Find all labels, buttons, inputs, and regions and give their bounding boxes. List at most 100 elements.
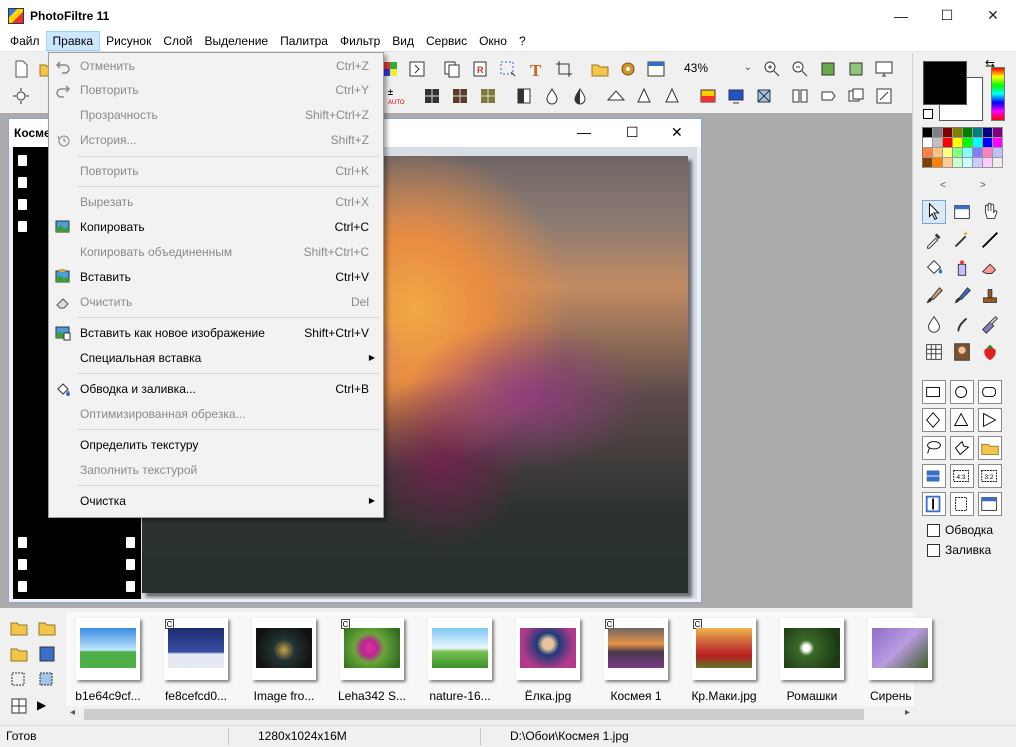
auto-levels-icon[interactable]: ± AUTO: [387, 86, 407, 106]
color-swatch[interactable]: [973, 128, 983, 138]
color-swatch-grid[interactable]: [922, 127, 1003, 168]
explorer-next-icon[interactable]: ▶: [37, 698, 57, 718]
color-swatch[interactable]: [943, 128, 953, 138]
deformation-icon[interactable]: [978, 312, 1002, 336]
color-swatch[interactable]: [923, 158, 933, 168]
scroll-left-icon[interactable]: ◂: [70, 707, 75, 718]
stamp-icon[interactable]: [978, 284, 1002, 308]
zoom-out-icon[interactable]: [790, 59, 810, 79]
color-swatch[interactable]: [993, 128, 1003, 138]
color-swatch[interactable]: [953, 148, 963, 158]
blur-icon[interactable]: [606, 86, 626, 106]
magic-wand-icon[interactable]: [950, 228, 974, 252]
diamond-shape-icon[interactable]: [922, 408, 946, 432]
thumbnail-card[interactable]: [428, 618, 492, 680]
menu-item-purge[interactable]: Очистка ▶: [51, 490, 381, 512]
gradient-icon[interactable]: [698, 86, 718, 106]
triangle-icon[interactable]: [662, 86, 682, 106]
ratio-43-icon[interactable]: 4:3: [950, 464, 974, 488]
color-swatch[interactable]: [963, 148, 973, 158]
menu-item-clear[interactable]: Очистить Del: [51, 291, 381, 313]
fill-bucket-icon[interactable]: [922, 256, 946, 280]
thumbnail-card[interactable]: C: [164, 618, 228, 680]
color-swatch[interactable]: [923, 128, 933, 138]
advanced-brush-icon[interactable]: [950, 284, 974, 308]
crop-frame-icon[interactable]: [950, 492, 974, 516]
color-swatch[interactable]: [993, 158, 1003, 168]
transform-icon[interactable]: [754, 86, 774, 106]
color-swatch[interactable]: [933, 138, 943, 148]
thumbnail-card[interactable]: [252, 618, 316, 680]
explorer-folder-icon[interactable]: [9, 618, 29, 638]
grid-brown-icon[interactable]: [450, 86, 470, 106]
explorer-select-icon[interactable]: [9, 670, 29, 690]
color-swatch[interactable]: [933, 128, 943, 138]
explorer-refresh-icon[interactable]: [9, 644, 29, 664]
selection-tool-icon[interactable]: [950, 200, 974, 224]
explorer-select-all-icon[interactable]: [37, 670, 57, 690]
outline-checkbox[interactable]: [927, 524, 940, 537]
doc-close-button[interactable]: ✕: [671, 124, 683, 141]
thumbnail-card[interactable]: C: [340, 618, 404, 680]
text-tool-icon[interactable]: T: [526, 59, 546, 80]
thumbnail-card[interactable]: [868, 618, 932, 680]
thumbnail-card[interactable]: [516, 618, 580, 680]
color-swatch[interactable]: [983, 158, 993, 168]
menu-item-paste-special[interactable]: Специальная вставка ▶: [51, 347, 381, 369]
frame-window-icon[interactable]: [978, 492, 1002, 516]
actual-size-icon[interactable]: [846, 59, 866, 79]
automation-icon[interactable]: [407, 59, 427, 79]
eraser-icon[interactable]: [978, 256, 1002, 280]
drop-half-icon[interactable]: [570, 86, 590, 106]
maximize-button[interactable]: ☐: [924, 0, 970, 31]
menu-item-fill-texture[interactable]: Заполнить текстурой: [51, 459, 381, 481]
explorer-folder-up-icon[interactable]: [37, 618, 57, 638]
color-swatch[interactable]: [983, 148, 993, 158]
explorer-grid-icon[interactable]: [9, 696, 29, 716]
text-frame-icon[interactable]: [922, 492, 946, 516]
color-swatch[interactable]: [953, 138, 963, 148]
color-spectrum[interactable]: [991, 67, 1005, 121]
color-swatch[interactable]: [933, 158, 943, 168]
ellipse-shape-icon[interactable]: [950, 380, 974, 404]
lasso-icon[interactable]: [922, 436, 946, 460]
color-swatch[interactable]: [993, 148, 1003, 158]
thumbnail-card[interactable]: [76, 618, 140, 680]
fullscreen-icon[interactable]: [874, 59, 894, 79]
color-swatch[interactable]: [943, 158, 953, 168]
color-swatch[interactable]: [943, 148, 953, 158]
color-swatch[interactable]: [933, 148, 943, 158]
rectangle-shape-icon[interactable]: [922, 380, 946, 404]
menu-edit[interactable]: Правка: [45, 31, 101, 51]
scrollbar-thumb[interactable]: [84, 709, 864, 720]
menu-item-transparency[interactable]: Прозрачность Shift+Ctrl+Z: [51, 104, 381, 126]
load-shape-icon[interactable]: [978, 436, 1002, 460]
plugins-icon[interactable]: [618, 59, 638, 79]
scroll-right-icon[interactable]: ▸: [905, 707, 910, 718]
menu-item-copy-merged[interactable]: Копировать объединенным Shift+Ctrl+C: [51, 241, 381, 263]
menu-palette[interactable]: Палитра: [274, 31, 334, 51]
auto-adjust-icon[interactable]: [11, 86, 31, 106]
rounded-rect-shape-icon[interactable]: [978, 380, 1002, 404]
rotate-icon[interactable]: [846, 86, 866, 106]
menu-image[interactable]: Рисунок: [100, 31, 157, 51]
polygon-lasso-icon[interactable]: [950, 436, 974, 460]
color-swatch[interactable]: [953, 128, 963, 138]
hand-tool-icon[interactable]: [978, 200, 1002, 224]
doc-maximize-button[interactable]: ☐: [626, 124, 639, 141]
selection-rect-icon[interactable]: [498, 59, 518, 79]
close-button[interactable]: ✕: [970, 0, 1016, 31]
select-all-icon[interactable]: [922, 464, 946, 488]
drop-icon[interactable]: [542, 86, 562, 106]
menu-item-stroke-fill[interactable]: Обводка и заливка... Ctrl+B: [51, 378, 381, 400]
menu-window[interactable]: Окно: [473, 31, 513, 51]
menu-selection[interactable]: Выделение: [199, 31, 275, 51]
explorer-icon[interactable]: [590, 59, 610, 79]
zoom-in-icon[interactable]: [762, 59, 782, 79]
portrait-icon[interactable]: [950, 340, 974, 364]
menu-item-redo[interactable]: Повторить Ctrl+Y: [51, 79, 381, 101]
color-swatch[interactable]: [923, 138, 933, 148]
menu-item-define-texture[interactable]: Определить текстуру: [51, 434, 381, 456]
sharpen-icon[interactable]: [634, 86, 654, 106]
menu-item-paste-as-new[interactable]: Вставить как новое изображение Shift+Ctrl…: [51, 322, 381, 344]
